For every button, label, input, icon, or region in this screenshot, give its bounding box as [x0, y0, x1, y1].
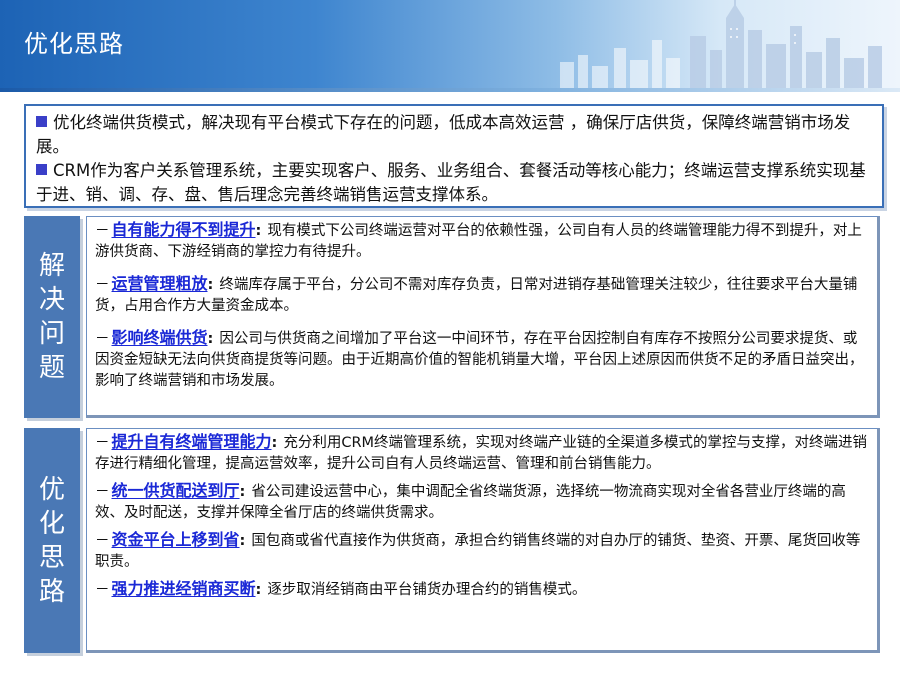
- colon: :: [239, 484, 246, 500]
- dash-marker: －: [95, 277, 110, 293]
- header-banner: 优化思路: [0, 0, 900, 90]
- list-item: －提升自有终端管理能力: 充分利用CRM终端管理系统，实现对终端产业链的全渠道多模…: [95, 431, 871, 475]
- point-keyword: 自有能力得不到提升: [111, 220, 256, 239]
- point-keyword: 提升自有终端管理能力: [111, 432, 272, 451]
- section-label: 优化思路: [24, 428, 80, 653]
- list-item: －自有能力得不到提升: 现有模式下公司终端运营对平台的依赖性强，公司自有人员的终端…: [95, 219, 871, 263]
- point-keyword: 统一供货配送到厅: [111, 481, 240, 500]
- point-keyword: 资金平台上移到省: [111, 530, 240, 549]
- section-solutions: 优化思路 －提升自有终端管理能力: 充分利用CRM终端管理系统，实现对终端产业链的…: [24, 428, 880, 653]
- dash-marker: －: [95, 435, 110, 451]
- list-item: －统一供货配送到厅: 省公司建设运营中心，集中调配全省终端货源，选择统一物流商实现…: [95, 480, 871, 524]
- colon: :: [255, 582, 262, 598]
- point-keyword: 运营管理粗放: [111, 274, 208, 293]
- dash-marker: －: [95, 331, 110, 347]
- intro-text: 优化终端供货模式，解决现有平台模式下存在的问题，低成本高效运营 ，确保厅店供货，…: [36, 113, 851, 156]
- section-problems: 解决问题 －自有能力得不到提升: 现有模式下公司终端运营对平台的依赖性强，公司自有…: [24, 216, 880, 418]
- dash-marker: －: [95, 533, 110, 549]
- section-content: －自有能力得不到提升: 现有模式下公司终端运营对平台的依赖性强，公司自有人员的终端…: [86, 216, 880, 418]
- colon: :: [239, 533, 246, 549]
- list-item: －强力推进经销商买断: 逐步取消经销商由平台铺货办理合约的销售模式。: [95, 578, 871, 601]
- section-label: 解决问题: [24, 216, 80, 418]
- colon: :: [207, 277, 214, 293]
- section-label-text: 解决问题: [38, 251, 65, 383]
- dash-marker: －: [95, 582, 110, 598]
- list-item: －影响终端供货: 因公司与供货商之间增加了平台这一中间环节，存在平台因控制自有库存…: [95, 327, 871, 392]
- colon: :: [207, 331, 214, 347]
- colon: :: [271, 435, 278, 451]
- section-content: －提升自有终端管理能力: 充分利用CRM终端管理系统，实现对终端产业链的全渠道多模…: [86, 428, 880, 653]
- point-text: 逐步取消经销商由平台铺货办理合约的销售模式。: [267, 582, 587, 598]
- page-title: 优化思路: [24, 30, 124, 58]
- city-skyline-icon: [560, 0, 882, 90]
- square-bullet-icon: [36, 116, 47, 127]
- intro-text: CRM作为客户关系管理系统，主要实现客户、服务、业务组合、套餐活动等核心能力；终…: [36, 161, 866, 204]
- square-bullet-icon: [36, 164, 47, 175]
- list-item: －运营管理粗放: 终端库存属于平台，分公司不需对库存负责，日常对进销存基础管理关注…: [95, 273, 871, 317]
- intro-item: CRM作为客户关系管理系统，主要实现客户、服务、业务组合、套餐活动等核心能力；终…: [36, 159, 872, 207]
- colon: :: [255, 223, 262, 239]
- list-item: －资金平台上移到省: 国包商或省代直接作为供货商，承担合约销售终端的对自办厅的铺货…: [95, 529, 871, 573]
- header-divider: [0, 88, 900, 92]
- point-keyword: 影响终端供货: [111, 328, 208, 347]
- intro-box: 优化终端供货模式，解决现有平台模式下存在的问题，低成本高效运营 ，确保厅店供货，…: [24, 104, 884, 208]
- point-keyword: 强力推进经销商买断: [111, 579, 256, 598]
- section-label-text: 优化思路: [38, 474, 65, 607]
- dash-marker: －: [95, 223, 110, 239]
- dash-marker: －: [95, 484, 110, 500]
- intro-item: 优化终端供货模式，解决现有平台模式下存在的问题，低成本高效运营 ，确保厅店供货，…: [36, 111, 872, 159]
